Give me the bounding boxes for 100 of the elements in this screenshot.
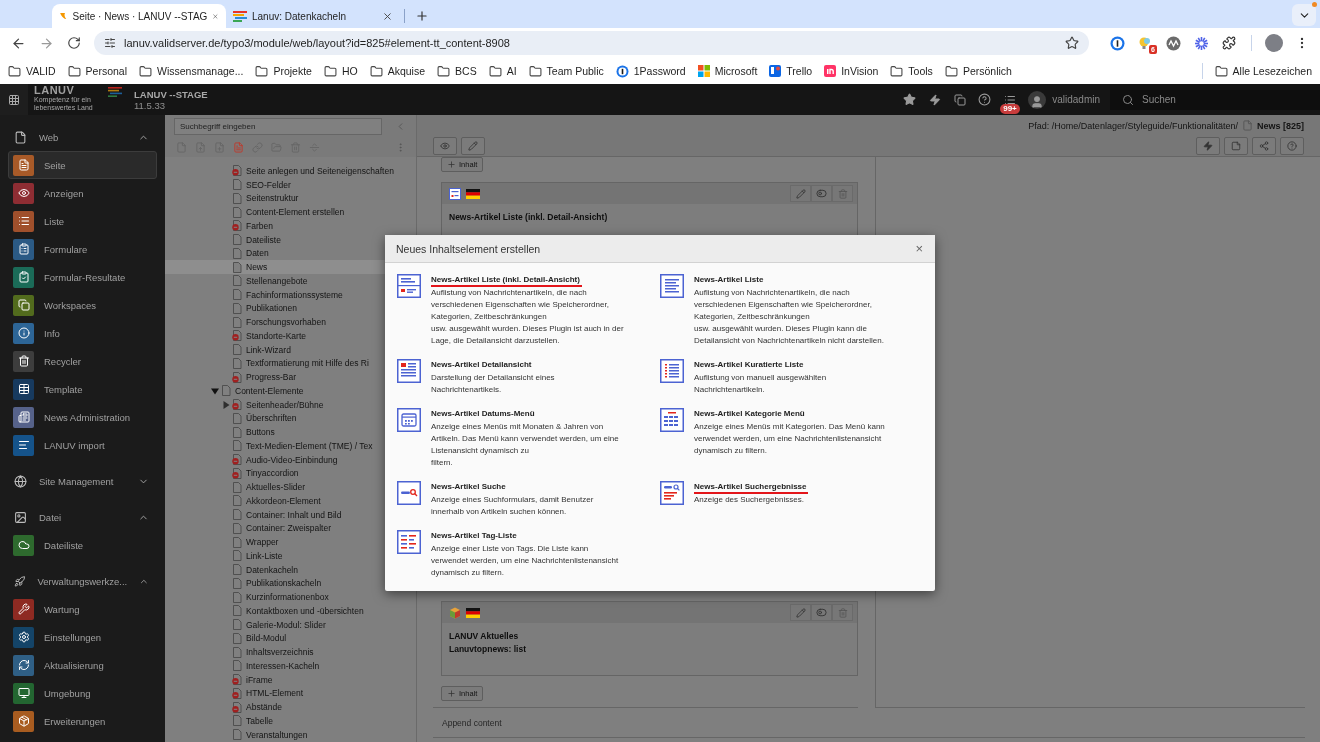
tree-item[interactable]: Seitenstruktur — [165, 191, 416, 206]
content-type-link[interactable]: News-Artikel Datums-Menü — [431, 408, 537, 421]
tree-item[interactable]: Container: Inhalt und Bild — [165, 507, 416, 522]
edit-page-button[interactable] — [461, 137, 485, 156]
tree-item[interactable]: Interessen-Kacheln — [165, 659, 416, 673]
delete-button[interactable] — [832, 185, 853, 202]
page-type-button[interactable] — [231, 139, 246, 155]
note-button[interactable] — [1224, 137, 1248, 156]
browser-tab[interactable]: Lanuv: Datenkacheln — [226, 4, 400, 28]
tree-item[interactable]: Seite anlegen und Seiteneigenschaften — [165, 164, 416, 178]
tree-item[interactable]: Abstände — [165, 700, 416, 714]
tree-item[interactable]: Galerie-Modul: Slider — [165, 617, 416, 632]
tree-item[interactable]: Publikationen — [165, 301, 416, 316]
bookmark[interactable]: Projekte — [255, 64, 312, 78]
share-button[interactable] — [1252, 137, 1276, 156]
tree-item[interactable]: Content-Element erstellen — [165, 205, 416, 219]
toggle-visibility-button[interactable] — [811, 185, 832, 202]
module-item[interactable]: Anzeigen — [8, 179, 157, 207]
bookmark[interactable]: Akquise — [369, 64, 426, 78]
module-item[interactable]: Workspaces — [8, 291, 157, 319]
tree-item[interactable]: SEO-Felder — [165, 177, 416, 192]
search-field[interactable]: Suchen — [1110, 89, 1320, 110]
tree-item[interactable]: Link-Wizard — [165, 342, 416, 357]
tree-item[interactable]: Tinyaccordion — [165, 466, 416, 481]
bookmark[interactable]: 1Password — [615, 64, 686, 78]
bookmark[interactable]: Team Public — [528, 64, 604, 78]
content-type-link[interactable]: News-Artikel Tag-Liste — [431, 530, 519, 543]
module-item[interactable]: Formular-Resultate — [8, 263, 157, 291]
expand-toggle[interactable] — [222, 400, 230, 409]
content-type-link[interactable]: News-Artikel Kuratierte Liste — [694, 359, 806, 372]
toggle-visibility-button[interactable] — [811, 604, 832, 621]
tree-item[interactable]: Fachinformationssysteme — [165, 287, 416, 302]
tree-item[interactable]: Text-Medien-Element (TME) / Tex — [165, 439, 416, 453]
content-type-link[interactable]: News-Artikel Suchergebnisse — [694, 481, 809, 494]
tree-item[interactable]: Wrapper — [165, 535, 416, 549]
module-item[interactable]: LANUV import — [8, 431, 157, 459]
address-bar[interactable]: lanuv.validserver.de/typo3/module/web/layout?id=825#element-tt_content-8908 — [94, 31, 1089, 55]
module-item[interactable]: Erweiterungen — [8, 707, 157, 735]
bookmark[interactable]: VALID — [8, 64, 56, 78]
module-item[interactable]: Template — [8, 375, 157, 403]
system-info-button[interactable]: 99+ — [997, 84, 1023, 115]
module-item[interactable]: Dateiliste — [8, 531, 157, 559]
tree-item[interactable]: Veranstaltungen — [165, 727, 416, 742]
all-bookmarks[interactable]: Alle Lesezeichen — [1214, 64, 1312, 78]
content-type-link[interactable]: News-Artikel Liste — [694, 274, 766, 287]
tree-item[interactable]: Überschriften — [165, 411, 416, 426]
module-item[interactable]: Einstellungen — [8, 623, 157, 651]
tree-item[interactable]: Audio-Video-Einbindung — [165, 452, 416, 467]
module-item[interactable]: Liste — [8, 207, 157, 235]
bookmark[interactable]: BCS — [437, 64, 477, 78]
delete-button[interactable] — [832, 604, 853, 621]
tree-item[interactable]: Standorte-Karte — [165, 329, 416, 343]
clear-cache-button[interactable] — [1196, 137, 1220, 156]
bookmark[interactable]: Tools — [890, 64, 933, 78]
bookmark[interactable]: AI — [488, 64, 517, 78]
module-item[interactable]: Recycler — [8, 347, 157, 375]
tree-item[interactable]: Content-Elemente — [165, 384, 416, 398]
expand-toggle[interactable] — [211, 386, 219, 395]
tree-item[interactable]: Farben — [165, 219, 416, 233]
module-item[interactable]: News Administration — [8, 403, 157, 431]
tree-item[interactable]: Akkordeon-Element — [165, 494, 416, 508]
tree-item[interactable]: Textformatierung mit Hilfe des Ri — [165, 356, 416, 371]
module-group-header[interactable]: Datei — [0, 503, 165, 531]
module-menu-toggle[interactable] — [0, 84, 28, 115]
tree-item[interactable]: Kurzinformationenbox — [165, 590, 416, 604]
browser-tab[interactable]: Seite · News · LANUV --STAG — [52, 4, 226, 28]
module-item[interactable]: Umgebung — [8, 679, 157, 707]
module-group-header[interactable]: Verwaltungswerkze... — [0, 567, 165, 595]
tree-item[interactable]: Progress-Bar — [165, 370, 416, 384]
tree-search-field[interactable]: Suchbegriff eingeben — [174, 117, 382, 135]
bookmark[interactable]: HO — [323, 64, 358, 78]
module-group-header[interactable]: Web — [0, 123, 165, 151]
close-button[interactable]: × — [915, 242, 923, 255]
module-item[interactable]: Formulare — [8, 235, 157, 263]
tree-item[interactable]: Aktuelles-Slider — [165, 480, 416, 494]
tree-item[interactable]: Publikationskacheln — [165, 576, 416, 591]
tree-item[interactable]: Stellenangebote — [165, 274, 416, 288]
module-item[interactable]: Wartung — [8, 595, 157, 623]
tree-item[interactable]: Container: Zweispalter — [165, 521, 416, 536]
user-menu-button[interactable]: validadmin — [1022, 84, 1110, 115]
tree-item[interactable]: Seitenheader/Bühne — [165, 397, 416, 412]
content-type-link[interactable]: News-Artikel Liste (inkl. Detail-Ansicht) — [431, 274, 582, 287]
tree-item[interactable]: Inhaltsverzeichnis — [165, 645, 416, 659]
tree-item[interactable]: Datenkacheln — [165, 562, 416, 577]
content-type-link[interactable]: News-Artikel Kategorie Menü — [694, 408, 807, 421]
bookmark[interactable]: InVision — [824, 65, 879, 77]
view-button[interactable] — [433, 137, 457, 156]
module-item[interactable]: Aktualisierung — [8, 651, 157, 679]
bookmark[interactable]: Persönlich — [944, 64, 1012, 78]
module-group-header[interactable]: Site Management — [0, 467, 165, 495]
tree-item[interactable]: iFrame — [165, 672, 416, 687]
bookmark[interactable]: Microsoft — [697, 65, 758, 77]
tree-item[interactable]: Buttons — [165, 425, 416, 439]
tree-item[interactable]: Forschungsvorhaben — [165, 315, 416, 329]
tree-item[interactable]: Link-Liste — [165, 549, 416, 563]
tree-item[interactable]: HTML-Element — [165, 686, 416, 701]
bookmark[interactable]: Trello — [769, 65, 813, 77]
module-item[interactable]: Seite — [8, 151, 157, 179]
content-type-link[interactable]: News-Artikel Suche — [431, 481, 508, 494]
content-type-link[interactable]: News-Artikel Detailansicht — [431, 359, 534, 372]
